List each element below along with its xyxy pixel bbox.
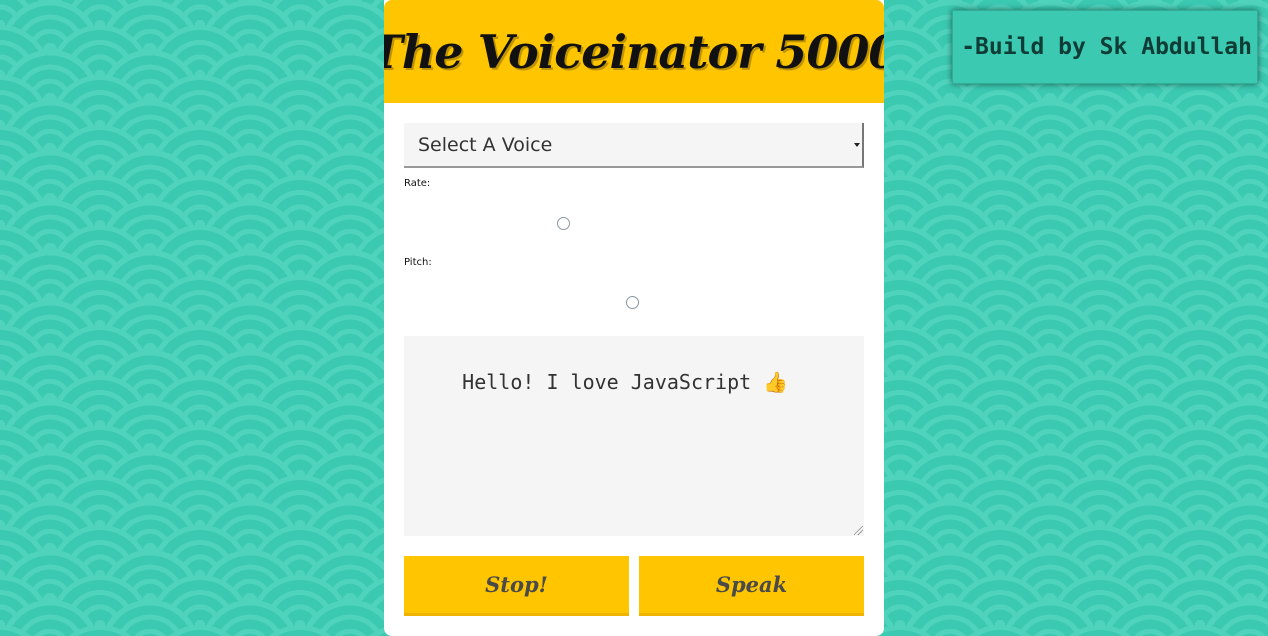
credit-label: -Build by Sk Abdullah	[952, 10, 1258, 84]
stop-button[interactable]: Stop!	[404, 556, 629, 616]
voiceinator-panel: The Voiceinator 5000 Select A Voice Rate…	[384, 0, 884, 636]
rate-label: Rate:	[404, 178, 431, 189]
pitch-slider[interactable]	[404, 294, 864, 314]
app-header: The Voiceinator 5000	[384, 0, 884, 103]
message-textarea[interactable]: Hello! I love JavaScript 👍	[404, 336, 864, 536]
app-title: The Voiceinator 5000	[384, 24, 884, 79]
voice-select[interactable]: Select A Voice	[404, 123, 864, 168]
speak-button[interactable]: Speak	[639, 556, 864, 616]
pitch-slider-thumb[interactable]	[626, 296, 639, 309]
chevron-down-icon	[854, 143, 860, 147]
message-text: Hello! I love JavaScript 👍	[462, 370, 789, 394]
rate-slider-thumb[interactable]	[557, 217, 570, 230]
pitch-label: Pitch:	[404, 257, 432, 268]
rate-slider[interactable]	[404, 215, 864, 235]
resize-handle-icon[interactable]	[854, 526, 863, 535]
voice-select-value: Select A Voice	[418, 133, 553, 156]
